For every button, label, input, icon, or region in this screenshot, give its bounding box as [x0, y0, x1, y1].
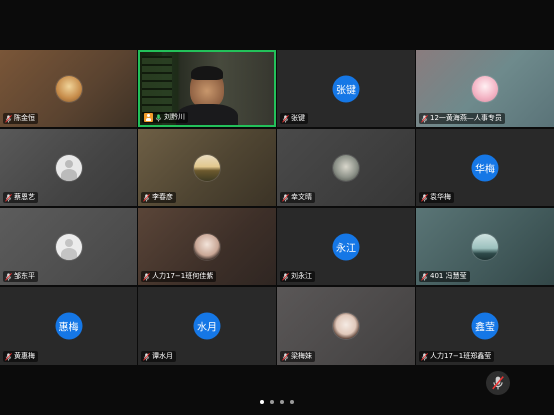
mic-muted-icon — [421, 114, 428, 123]
participant-tile[interactable]: 鑫莹 人力17−1班郑鑫莹 — [416, 287, 554, 365]
initials-avatar: 永江 — [332, 233, 360, 261]
bookshelf-graphic — [142, 56, 172, 120]
participant-tile[interactable]: 人力17−1班何佳紫 — [138, 208, 276, 285]
avatar — [194, 234, 220, 260]
participant-name: 12一黄海燕—人事专员 — [430, 114, 502, 122]
participant-tile[interactable]: 张键 张键 — [277, 50, 415, 127]
mic-muted-icon — [5, 114, 12, 123]
participant-tile[interactable]: 李春彦 — [138, 129, 276, 206]
mic-muted-icon — [282, 193, 289, 202]
nameplate: 12一黄海燕—人事专员 — [419, 113, 505, 124]
participant-name: 黄惠梅 — [14, 352, 35, 360]
nameplate: 李春彦 — [141, 192, 176, 203]
participant-name: 人力17−1班郑鑫莹 — [430, 352, 492, 360]
participant-tile[interactable]: 12一黄海燕—人事专员 — [416, 50, 554, 127]
nameplate: 人力17−1班郑鑫莹 — [419, 351, 495, 362]
avatar — [333, 155, 359, 181]
participant-tile[interactable]: 蔡恩艺 — [0, 129, 137, 206]
nameplate: 人力17−1班何佳紫 — [141, 271, 217, 282]
participant-tile[interactable]: 华梅 袁华梅 — [416, 129, 554, 206]
participant-name: 袁华梅 — [430, 193, 451, 201]
mic-muted-icon — [5, 272, 12, 281]
microphone-muted-icon — [492, 376, 504, 390]
participant-tile-video[interactable]: 刘黔川 — [138, 50, 276, 127]
participant-name: 401 冯慧莹 — [430, 272, 467, 280]
initials-avatar: 华梅 — [471, 154, 499, 182]
participant-tile[interactable]: 惠梅 黄惠梅 — [0, 287, 137, 365]
participant-name: 人力17−1班何佳紫 — [152, 272, 214, 280]
nameplate: 蔡恩艺 — [3, 192, 38, 203]
mute-button[interactable] — [486, 371, 510, 395]
participant-name: 刘黔川 — [164, 113, 185, 121]
mic-muted-icon — [143, 352, 150, 361]
participant-name: 梁梅妹 — [291, 352, 312, 360]
mic-muted-icon — [143, 272, 150, 281]
nameplate: 谭水月 — [141, 351, 176, 362]
initials-avatar: 惠梅 — [55, 312, 82, 340]
participant-tile[interactable]: 401 冯慧莹 — [416, 208, 554, 285]
avatar — [472, 234, 498, 260]
participant-tile[interactable]: 永江 刘永江 — [277, 208, 415, 285]
participant-name: 蔡恩艺 — [14, 193, 35, 201]
avatar — [194, 155, 220, 181]
nameplate: 黄惠梅 — [3, 351, 38, 362]
participant-name: 陈金恒 — [14, 114, 35, 122]
avatar — [333, 313, 359, 339]
nameplate: 401 冯慧莹 — [419, 271, 470, 282]
page-dot-1[interactable] — [260, 400, 264, 404]
participant-tile[interactable]: 水月 谭水月 — [138, 287, 276, 365]
mic-muted-icon — [143, 193, 150, 202]
nameplate: 幸文晴 — [280, 192, 315, 203]
nameplate: 梁梅妹 — [280, 351, 315, 362]
nameplate: 陈金恒 — [3, 113, 38, 124]
avatar — [472, 76, 498, 102]
mic-muted-icon — [421, 272, 428, 281]
participant-tile[interactable]: 梁梅妹 — [277, 287, 415, 365]
participant-grid: 陈金恒 刘黔川 张键 张键 12一黄海燕—人事专员 蔡恩艺 李春彦 幸文晴 华梅… — [0, 50, 554, 365]
participant-tile[interactable]: 幸文晴 — [277, 129, 415, 206]
mic-muted-icon — [282, 114, 289, 123]
page-indicator — [0, 400, 554, 404]
page-dot-4[interactable] — [290, 400, 294, 404]
initials-avatar: 张键 — [332, 75, 360, 103]
mic-active-icon — [155, 113, 162, 122]
nameplate: 张键 — [280, 113, 308, 124]
avatar — [55, 234, 82, 260]
nameplate: 刘永江 — [280, 271, 315, 282]
avatar — [55, 76, 82, 102]
mic-muted-icon — [5, 352, 12, 361]
participant-name: 谭水月 — [152, 352, 173, 360]
person-hair-graphic — [191, 66, 223, 80]
participant-name: 幸文晴 — [291, 193, 312, 201]
nameplate: 邹东平 — [3, 271, 38, 282]
initials-avatar: 鑫莹 — [471, 312, 499, 340]
mic-muted-icon — [421, 352, 428, 361]
nameplate: 刘黔川 — [142, 112, 188, 123]
host-icon — [144, 113, 153, 122]
participant-tile[interactable]: 陈金恒 — [0, 50, 137, 127]
page-dot-2[interactable] — [270, 400, 274, 404]
participant-name: 张键 — [291, 114, 305, 122]
participant-name: 邹东平 — [14, 272, 35, 280]
mic-muted-icon — [282, 272, 289, 281]
initials-avatar: 水月 — [193, 312, 221, 340]
page-dot-3[interactable] — [280, 400, 284, 404]
participant-name: 李春彦 — [152, 193, 173, 201]
nameplate: 袁华梅 — [419, 192, 454, 203]
mic-muted-icon — [421, 193, 428, 202]
participant-tile[interactable]: 邹东平 — [0, 208, 137, 285]
mic-muted-icon — [5, 193, 12, 202]
avatar — [55, 155, 82, 181]
participant-name: 刘永江 — [291, 272, 312, 280]
mic-muted-icon — [282, 352, 289, 361]
